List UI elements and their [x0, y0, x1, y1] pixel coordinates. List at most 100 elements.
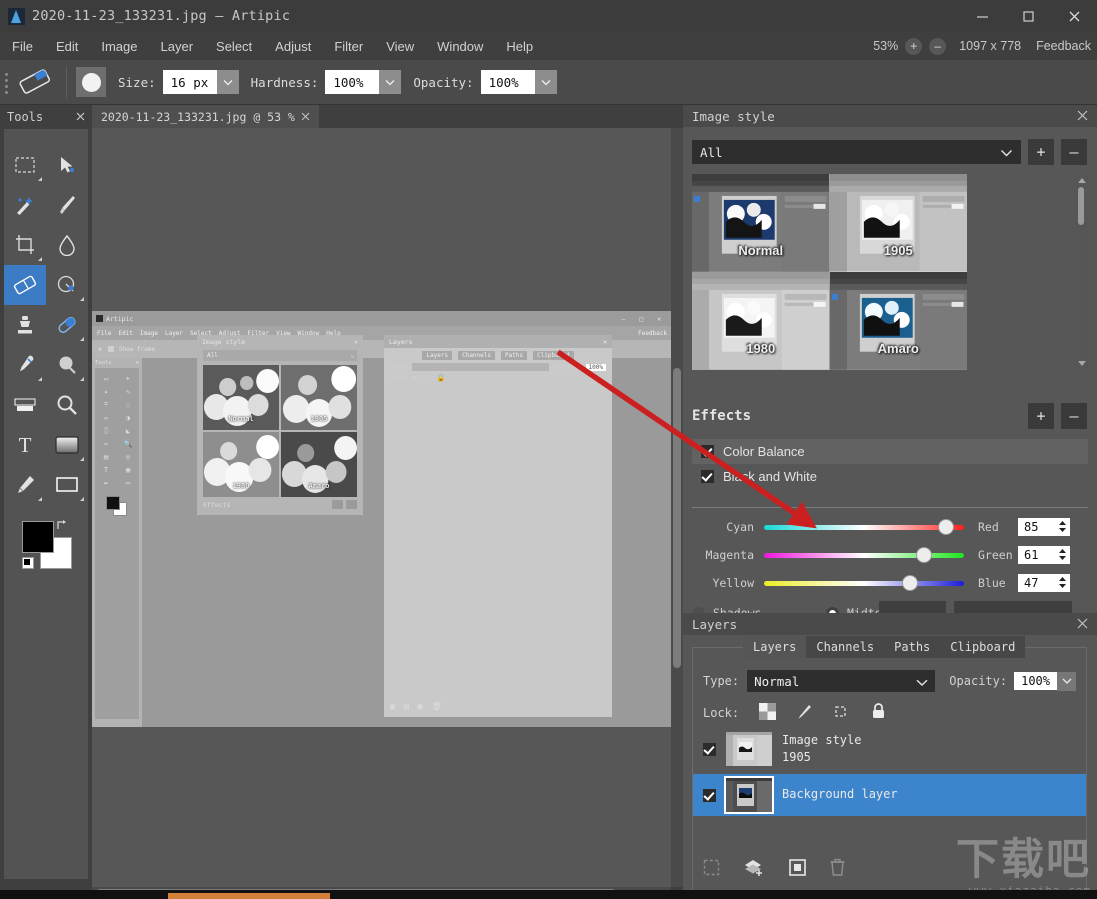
swap-colors-icon[interactable]: [56, 519, 70, 532]
default-colors-icon[interactable]: [22, 557, 34, 569]
chevron-down-icon[interactable]: [379, 70, 402, 94]
tool-red-eye[interactable]: [46, 265, 88, 305]
blend-type-dropdown[interactable]: Normal: [747, 670, 936, 692]
menu-filter[interactable]: Filter: [323, 35, 374, 58]
cyan-red-slider[interactable]: [764, 518, 964, 535]
foreground-color-swatch[interactable]: [22, 521, 54, 553]
style-thumbnail-amaro[interactable]: Amaro: [829, 272, 967, 370]
style-thumbnail-1980[interactable]: 1980: [692, 272, 830, 370]
tool-move[interactable]: [46, 145, 88, 185]
tool-eraser[interactable]: [4, 265, 46, 305]
remove-effect-button[interactable]: –: [1061, 403, 1087, 429]
spinner-arrows-icon[interactable]: [1058, 520, 1067, 535]
style-grid-scrollbar[interactable]: [1075, 174, 1087, 370]
menu-layer[interactable]: Layer: [150, 35, 205, 58]
tool-zoom[interactable]: [46, 385, 88, 425]
menu-window[interactable]: Window: [426, 35, 494, 58]
tool-gradient[interactable]: [4, 385, 46, 425]
tool-rectangular-marquee[interactable]: [4, 145, 46, 185]
magenta-green-slider[interactable]: [764, 546, 964, 563]
effect-row-black-and-white[interactable]: Black and White: [692, 464, 1088, 489]
canvas-viewport[interactable]: Artipic – □ ✕ File Edit Image Layer Sele…: [92, 128, 671, 887]
add-effect-button[interactable]: +: [1028, 403, 1054, 429]
tool-dodge-burn[interactable]: [46, 345, 88, 385]
tool-blur-drop[interactable]: [46, 225, 88, 265]
chevron-down-icon[interactable]: [1057, 671, 1076, 691]
yellow-blue-slider[interactable]: [764, 574, 964, 591]
lock-all-icon[interactable]: [870, 702, 887, 724]
canvas-vertical-scrollbar[interactable]: [671, 128, 683, 887]
opacity-combobox[interactable]: 100%: [480, 70, 557, 94]
drag-grip-icon[interactable]: [3, 69, 13, 95]
style-filter-dropdown[interactable]: All: [692, 140, 1021, 164]
effect-row-color-balance[interactable]: Color Balance: [692, 439, 1088, 464]
hardness-combobox[interactable]: 100%: [325, 70, 402, 94]
effects-control-right[interactable]: [954, 601, 1072, 613]
select-all-icon[interactable]: [703, 859, 720, 880]
close-icon[interactable]: [1077, 109, 1088, 124]
tool-magic-wand[interactable]: [4, 185, 46, 225]
document-tab[interactable]: 2020-11-23_133231.jpg @ 53 %: [92, 105, 319, 128]
menu-edit[interactable]: Edit: [45, 35, 89, 58]
red-value-spinner[interactable]: 85: [1018, 518, 1070, 536]
tab-paths[interactable]: Paths: [884, 636, 940, 658]
chevron-down-icon[interactable]: [216, 70, 239, 94]
close-icon[interactable]: [76, 110, 85, 124]
slider-handle[interactable]: [938, 518, 954, 535]
layer-row-image-style[interactable]: Image style 1905: [693, 728, 1086, 770]
menu-image[interactable]: Image: [90, 35, 148, 58]
tool-clone-stamp[interactable]: [4, 305, 46, 345]
menu-adjust[interactable]: Adjust: [264, 35, 322, 58]
chevron-down-icon[interactable]: [534, 70, 557, 94]
style-thumbnail-normal[interactable]: Normal: [692, 174, 830, 272]
effect-checkbox[interactable]: [701, 445, 714, 458]
tool-eyedropper[interactable]: [4, 345, 46, 385]
spinner-arrows-icon[interactable]: [1058, 548, 1067, 563]
scroll-down-icon[interactable]: [1078, 361, 1086, 366]
feedback-link[interactable]: Feedback: [1036, 39, 1091, 53]
new-layer-icon[interactable]: [744, 858, 765, 880]
blue-value-spinner[interactable]: 47: [1018, 574, 1070, 592]
zoom-in-button[interactable]: +: [905, 37, 923, 55]
slider-handle[interactable]: [902, 574, 918, 591]
menu-view[interactable]: View: [375, 35, 425, 58]
resize-corner-icon[interactable]: [670, 873, 682, 885]
delete-layer-icon[interactable]: [830, 858, 845, 880]
brush-preview-swatch[interactable]: [76, 67, 106, 97]
lock-paint-icon[interactable]: [796, 703, 813, 724]
color-swatches[interactable]: [18, 519, 74, 571]
menu-select[interactable]: Select: [205, 35, 263, 58]
lock-transparency-icon[interactable]: [759, 702, 777, 724]
tool-crop[interactable]: [4, 225, 46, 265]
effect-checkbox[interactable]: [701, 470, 714, 483]
green-value-spinner[interactable]: 61: [1018, 546, 1070, 564]
style-thumbnail-1905[interactable]: 1905: [829, 174, 967, 272]
close-button[interactable]: [1051, 0, 1097, 32]
effects-control-left[interactable]: [879, 601, 946, 613]
layer-visibility-checkbox[interactable]: [703, 742, 716, 756]
remove-style-button[interactable]: –: [1061, 139, 1087, 165]
zoom-out-button[interactable]: –: [929, 37, 947, 55]
scroll-up-icon[interactable]: [1078, 178, 1086, 183]
add-style-button[interactable]: +: [1028, 139, 1054, 165]
maximize-button[interactable]: [1005, 0, 1051, 32]
lock-position-icon[interactable]: [833, 703, 850, 724]
close-icon[interactable]: [301, 110, 310, 124]
slider-handle[interactable]: [916, 546, 932, 563]
menu-help[interactable]: Help: [495, 35, 544, 58]
tool-text[interactable]: T: [4, 425, 46, 465]
tool-paintbrush[interactable]: [46, 185, 88, 225]
tab-channels[interactable]: Channels: [806, 636, 884, 658]
tab-clipboard[interactable]: Clipboard: [940, 636, 1025, 658]
layer-row-background[interactable]: Background layer: [693, 774, 1086, 816]
close-icon[interactable]: [1077, 617, 1088, 632]
layer-mask-icon[interactable]: [789, 858, 806, 880]
layer-opacity-value[interactable]: 100%: [1014, 672, 1057, 690]
artwork-image[interactable]: Artipic – □ ✕ File Edit Image Layer Sele…: [92, 311, 671, 727]
spinner-arrows-icon[interactable]: [1058, 576, 1067, 591]
size-combobox[interactable]: 16 px: [162, 70, 239, 94]
tool-gradient-swatch[interactable]: [46, 425, 88, 465]
tab-layers[interactable]: Layers: [743, 636, 807, 658]
tool-pen[interactable]: [4, 465, 46, 505]
layer-visibility-checkbox[interactable]: [703, 788, 716, 802]
